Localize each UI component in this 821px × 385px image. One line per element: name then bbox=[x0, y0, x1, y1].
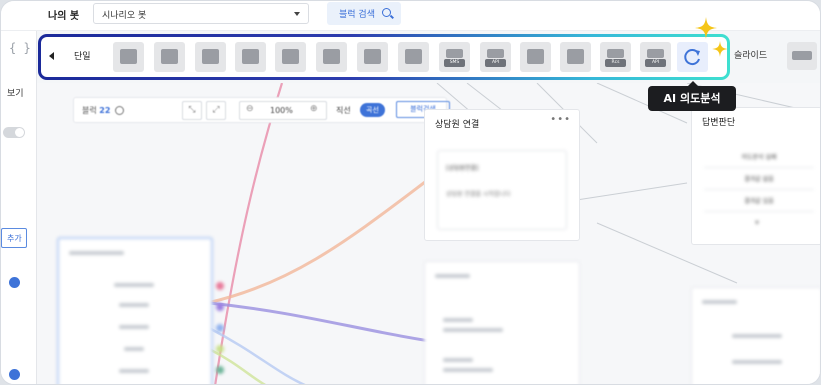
zoom-control: ⊖ 100% ⊕ bbox=[239, 101, 327, 120]
slide-block[interactable] bbox=[787, 42, 817, 70]
rcs-tag: Rcs bbox=[605, 59, 626, 67]
text-card-icon bbox=[120, 49, 137, 64]
image-card-icon bbox=[202, 49, 219, 64]
app-window: 나의 봇 시나리오 봇 블럭 검색 { } 보기 추가 블럭 22 ⤡ ⤢ ⊖ … bbox=[0, 0, 821, 385]
canvas-toolbar: 블럭 22 ⤡ ⤢ ⊖ 100% ⊕ 직선 곡선 블럭검색 bbox=[73, 97, 450, 123]
location-api-icon bbox=[487, 49, 504, 58]
block-search-label: 블럭 검색 bbox=[339, 10, 375, 20]
carousel-icon bbox=[792, 51, 812, 60]
block-search-button[interactable]: 블럭 검색 bbox=[327, 2, 401, 25]
grid-icon bbox=[242, 49, 259, 64]
contact-block[interactable] bbox=[560, 42, 591, 72]
zoom-out-icon[interactable]: ⊖ bbox=[246, 104, 254, 114]
image-list-icon bbox=[282, 49, 299, 64]
location-api-block[interactable]: API bbox=[480, 42, 511, 72]
ai-intent-block[interactable] bbox=[677, 42, 708, 72]
api-tag: API bbox=[485, 59, 506, 67]
flow-node[interactable] bbox=[424, 261, 580, 384]
list-icon bbox=[364, 49, 381, 64]
profile-card-icon bbox=[527, 49, 544, 64]
list-grid-block[interactable] bbox=[316, 42, 347, 72]
consult-node[interactable]: 상담원 연결 ••• [상담원연결] 상담원 연결을 시작합니다 bbox=[424, 109, 580, 241]
api-tag: API bbox=[645, 59, 666, 67]
ai-refresh-icon bbox=[684, 49, 700, 66]
expand-icon[interactable]: ⤢ bbox=[206, 101, 226, 120]
sms-icon bbox=[446, 49, 463, 58]
flow-node[interactable] bbox=[57, 237, 224, 384]
sms-tag: SMS bbox=[444, 59, 465, 67]
code-braces-icon[interactable]: { } bbox=[9, 41, 31, 55]
scenario-select[interactable]: 시나리오 봇 bbox=[93, 3, 309, 24]
single-tab[interactable]: 단일 bbox=[74, 49, 91, 62]
more-icon[interactable]: ••• bbox=[550, 114, 571, 125]
zoom-in-icon[interactable]: ⊕ bbox=[310, 104, 318, 114]
my-bot-label: 나의 봇 bbox=[48, 11, 80, 22]
web-icon bbox=[405, 49, 422, 64]
flow-node[interactable] bbox=[691, 287, 820, 384]
contact-icon bbox=[567, 49, 584, 64]
search-icon bbox=[382, 8, 391, 17]
chevron-left-icon[interactable] bbox=[49, 52, 54, 60]
scenario-select-value: 시나리오 봇 bbox=[102, 11, 147, 21]
left-sidebar: { } 보기 추가 bbox=[1, 31, 37, 384]
view-label: 보기 bbox=[7, 89, 24, 99]
slide-tab[interactable]: 슬라이드 bbox=[734, 48, 767, 61]
sms-block[interactable]: SMS bbox=[439, 42, 470, 72]
image-card-block[interactable] bbox=[195, 42, 226, 72]
answer-row: 결과값 없음 bbox=[704, 170, 814, 190]
straight-line-option[interactable]: 직선 bbox=[336, 105, 351, 116]
consult-body-line: 상담원 연결을 시작합니다 bbox=[446, 191, 511, 198]
add-button[interactable]: 추가 bbox=[1, 228, 27, 248]
api-settings-icon bbox=[647, 49, 664, 58]
view-toggle[interactable] bbox=[3, 127, 25, 138]
grid-block[interactable] bbox=[235, 42, 266, 72]
radio-indicator[interactable] bbox=[9, 369, 20, 380]
sparkle-icon bbox=[695, 17, 717, 39]
answer-row: 의도분석 실패 bbox=[704, 148, 814, 168]
profile-card-block[interactable] bbox=[520, 42, 551, 72]
chevron-down-icon bbox=[294, 12, 300, 16]
answer-row: 결과값 있음 bbox=[704, 192, 814, 212]
rcs-icon bbox=[607, 49, 624, 58]
web-block[interactable] bbox=[398, 42, 429, 72]
consult-tag-line: [상담원연결] bbox=[446, 165, 479, 172]
block-palette: 단일 SMS API Rcs API bbox=[38, 34, 730, 80]
answer-node-title: 답변판단 bbox=[702, 118, 736, 128]
image-list-block[interactable] bbox=[275, 42, 306, 72]
consult-node-title: 상담원 연결 bbox=[435, 120, 480, 130]
sparkle-icon bbox=[712, 41, 728, 57]
text-card-block[interactable] bbox=[113, 42, 144, 72]
radio-indicator[interactable] bbox=[9, 277, 20, 288]
image-block[interactable] bbox=[154, 42, 185, 72]
curve-line-option[interactable]: 곡선 bbox=[360, 103, 385, 117]
rcs-block[interactable]: Rcs bbox=[600, 42, 631, 72]
image-icon bbox=[161, 49, 178, 64]
ai-intent-tooltip: AI 의도분석 bbox=[648, 81, 736, 111]
collapse-icon[interactable]: ⤡ bbox=[182, 101, 202, 120]
chevron-down-icon: ▾ bbox=[755, 218, 760, 227]
zoom-level: 100% bbox=[270, 106, 293, 115]
list-grid-icon bbox=[323, 49, 340, 64]
flow-canvas[interactable]: 블럭 22 ⤡ ⤢ ⊖ 100% ⊕ 직선 곡선 블럭검색 상담원 연결 •••… bbox=[37, 83, 820, 384]
answer-node[interactable]: 답변판단 의도분석 실패 결과값 없음 결과값 있음 ▾ bbox=[691, 107, 820, 245]
info-icon bbox=[114, 106, 124, 115]
block-count: 블럭 22 bbox=[82, 105, 124, 116]
api-settings-block[interactable]: API bbox=[640, 42, 671, 72]
list-block[interactable] bbox=[357, 42, 388, 72]
